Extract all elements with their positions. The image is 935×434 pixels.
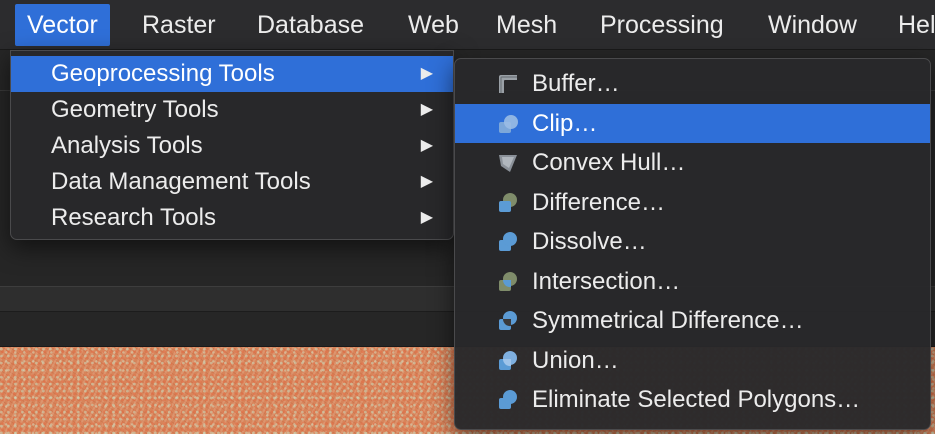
menu-item-difference[interactable]: Difference… <box>455 183 930 223</box>
dissolve-icon <box>499 232 517 251</box>
menu-item-label: Eliminate Selected Polygons… <box>532 386 861 413</box>
menu-item-symmetrical-difference[interactable]: Symmetrical Difference… <box>455 301 930 341</box>
submenu-arrow-icon: ▶ <box>420 209 433 226</box>
symmetrical-difference-icon <box>499 311 517 330</box>
menu-item-label: Clip… <box>532 109 598 137</box>
menu-item-label: Research Tools <box>51 204 216 231</box>
submenu-arrow-icon: ▶ <box>420 137 433 154</box>
clip-icon <box>499 114 518 133</box>
geoprocessing-submenu: Buffer… Clip… Convex Hull… Difference… D… <box>454 58 931 430</box>
menu-item-union[interactable]: Union… <box>455 341 930 381</box>
menu-item-label: Symmetrical Difference… <box>532 307 804 334</box>
menu-processing[interactable]: Processing <box>588 4 736 46</box>
menu-database[interactable]: Database <box>245 4 376 46</box>
menu-mesh[interactable]: Mesh <box>484 4 569 46</box>
menu-item-eliminate-selected-polygons[interactable]: Eliminate Selected Polygons… <box>455 380 930 420</box>
submenu-arrow-icon: ▶ <box>420 65 433 82</box>
intersection-icon <box>499 271 517 291</box>
menu-vector[interactable]: Vector <box>15 4 110 46</box>
submenu-arrow-icon: ▶ <box>420 101 433 118</box>
menu-item-buffer[interactable]: Buffer… <box>455 64 930 104</box>
menu-item-label: Difference… <box>532 188 665 216</box>
menu-item-label: Geometry Tools <box>51 96 219 123</box>
menu-web[interactable]: Web <box>396 4 471 46</box>
menu-item-convex-hull[interactable]: Convex Hull… <box>455 143 930 183</box>
menu-help[interactable]: Hel <box>886 4 935 46</box>
menu-raster[interactable]: Raster <box>130 4 228 46</box>
difference-icon <box>499 192 517 212</box>
union-icon <box>499 350 517 370</box>
eliminate-polygons-icon <box>499 390 517 409</box>
menu-item-label: Union… <box>532 346 619 374</box>
menu-item-clip[interactable]: Clip… <box>455 103 930 143</box>
convex-hull-icon <box>499 155 517 172</box>
menu-bar: Vector Raster Database Web Mesh Processi… <box>0 0 935 50</box>
menu-window[interactable]: Window <box>756 4 869 46</box>
menu-item-label: Analysis Tools <box>51 132 203 159</box>
menu-item-label: Dissolve… <box>532 228 647 255</box>
vector-menu: Geoprocessing Tools ▶ Geometry Tools ▶ A… <box>10 50 454 240</box>
menu-item-intersection[interactable]: Intersection… <box>455 262 930 302</box>
menu-item-research-tools[interactable]: Research Tools ▶ <box>11 200 453 236</box>
menu-item-dissolve[interactable]: Dissolve… <box>455 222 930 262</box>
menu-item-data-management-tools[interactable]: Data Management Tools ▶ <box>11 164 453 200</box>
submenu-arrow-icon: ▶ <box>420 173 433 190</box>
menu-item-geoprocessing-tools[interactable]: Geoprocessing Tools ▶ <box>11 56 453 92</box>
menu-item-label: Intersection… <box>532 267 681 295</box>
menu-item-geometry-tools[interactable]: Geometry Tools ▶ <box>11 92 453 128</box>
menu-item-label: Convex Hull… <box>532 149 686 176</box>
menu-item-analysis-tools[interactable]: Analysis Tools ▶ <box>11 128 453 164</box>
menu-item-label: Geoprocessing Tools <box>51 60 275 87</box>
menu-item-label: Buffer… <box>532 70 620 97</box>
menu-item-label: Data Management Tools <box>51 168 311 195</box>
buffer-icon <box>499 75 517 93</box>
